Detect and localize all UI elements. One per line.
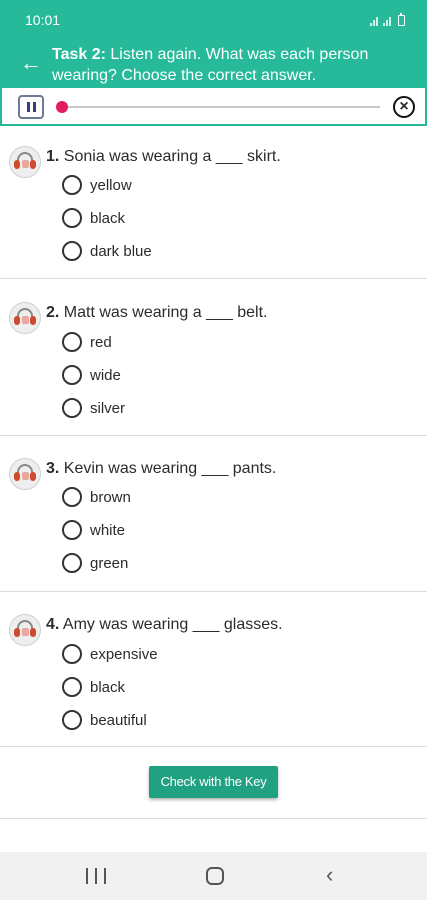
radio-button[interactable] <box>62 365 82 385</box>
system-nav-bar: ‹ <box>0 852 427 900</box>
recent-apps-icon[interactable] <box>86 868 106 884</box>
answer-option[interactable]: yellow <box>62 173 132 197</box>
answer-option[interactable]: red <box>62 330 112 354</box>
headphones-icon[interactable] <box>9 302 41 334</box>
close-player-button[interactable]: × <box>393 96 415 118</box>
app-bar: ← Task 2: Listen again. What was each pe… <box>0 40 427 88</box>
question-card: 2. Matt was wearing a ___ belt. red wide… <box>0 280 427 436</box>
radio-button[interactable] <box>62 487 82 507</box>
option-label: beautiful <box>90 711 147 729</box>
question-prompt: Amy was wearing ___ glasses. <box>62 616 283 633</box>
answer-option[interactable]: green <box>62 551 128 575</box>
status-time: 10:01 <box>25 12 61 28</box>
answer-option[interactable]: expensive <box>62 642 158 666</box>
signal-icon <box>383 15 393 26</box>
answer-option[interactable]: dark blue <box>62 239 152 263</box>
answer-option[interactable]: black <box>62 206 125 230</box>
question-number: 2. <box>46 304 60 321</box>
option-label: dark blue <box>90 242 152 260</box>
back-button[interactable]: ← <box>14 49 48 77</box>
answer-option[interactable]: black <box>62 675 125 699</box>
radio-button[interactable] <box>62 175 82 195</box>
question-text: 4. Amy was wearing ___ glasses. <box>46 616 283 634</box>
headphones-icon[interactable] <box>9 614 41 646</box>
question-card: 4. Amy was wearing ___ glasses. expensiv… <box>0 593 427 747</box>
answer-option[interactable]: white <box>62 518 125 542</box>
option-label: wide <box>90 366 121 384</box>
audio-player: × <box>0 88 427 126</box>
question-card: 3. Kevin was wearing ___ pants. brown wh… <box>0 437 427 592</box>
answer-option[interactable]: silver <box>62 396 125 420</box>
option-label: black <box>90 678 126 696</box>
status-bar: 10:01 <box>0 0 427 40</box>
option-label: yellow <box>90 176 132 194</box>
radio-button[interactable] <box>62 208 82 228</box>
radio-button[interactable] <box>62 398 82 418</box>
question-number: 1. <box>46 148 60 165</box>
arrow-left-icon: ← <box>20 50 42 75</box>
question-text: 2. Matt was wearing a ___ belt. <box>46 304 267 322</box>
radio-button[interactable] <box>62 677 82 697</box>
question-text: 1. Sonia was wearing a ___ skirt. <box>46 148 281 166</box>
question-text: 3. Kevin was wearing ___ pants. <box>46 460 276 478</box>
audio-progress-thumb[interactable] <box>56 101 68 113</box>
option-label: silver <box>90 399 126 417</box>
chevron-left-icon[interactable]: ‹ <box>326 864 346 888</box>
radio-button[interactable] <box>62 332 82 352</box>
audio-progress-track[interactable] <box>62 106 380 108</box>
battery-icon <box>398 13 405 26</box>
status-icons <box>370 12 405 26</box>
option-label: black <box>90 209 126 227</box>
question-prompt: Sonia was wearing a ___ skirt. <box>63 148 281 165</box>
question-prompt: Kevin was wearing ___ pants. <box>63 460 277 477</box>
option-label: white <box>90 521 126 539</box>
option-label: red <box>90 333 112 351</box>
question-number: 3. <box>46 460 60 477</box>
signal-icon <box>370 15 380 26</box>
divider <box>0 818 427 819</box>
task-instruction: Task 2: Listen again. What was each pers… <box>52 44 412 86</box>
radio-button[interactable] <box>62 710 82 730</box>
radio-button[interactable] <box>62 520 82 540</box>
option-label: green <box>90 554 129 572</box>
option-label: brown <box>90 488 131 506</box>
question-card: 1. Sonia was wearing a ___ skirt. yellow… <box>0 126 427 279</box>
task-label: Task 2: <box>52 46 106 63</box>
answer-option[interactable]: beautiful <box>62 708 147 732</box>
question-number: 4. <box>46 616 60 633</box>
headphones-icon[interactable] <box>9 146 41 178</box>
home-icon[interactable] <box>206 867 224 885</box>
radio-button[interactable] <box>62 553 82 573</box>
radio-button[interactable] <box>62 644 82 664</box>
check-with-key-button[interactable]: Check with the Key <box>149 766 278 798</box>
question-prompt: Matt was wearing a ___ belt. <box>63 304 268 321</box>
headphones-icon[interactable] <box>9 458 41 490</box>
answer-option[interactable]: wide <box>62 363 121 387</box>
radio-button[interactable] <box>62 241 82 261</box>
pause-button[interactable] <box>18 95 44 119</box>
close-circle-icon: × <box>399 98 409 115</box>
answer-option[interactable]: brown <box>62 485 131 509</box>
option-label: expensive <box>90 645 158 663</box>
